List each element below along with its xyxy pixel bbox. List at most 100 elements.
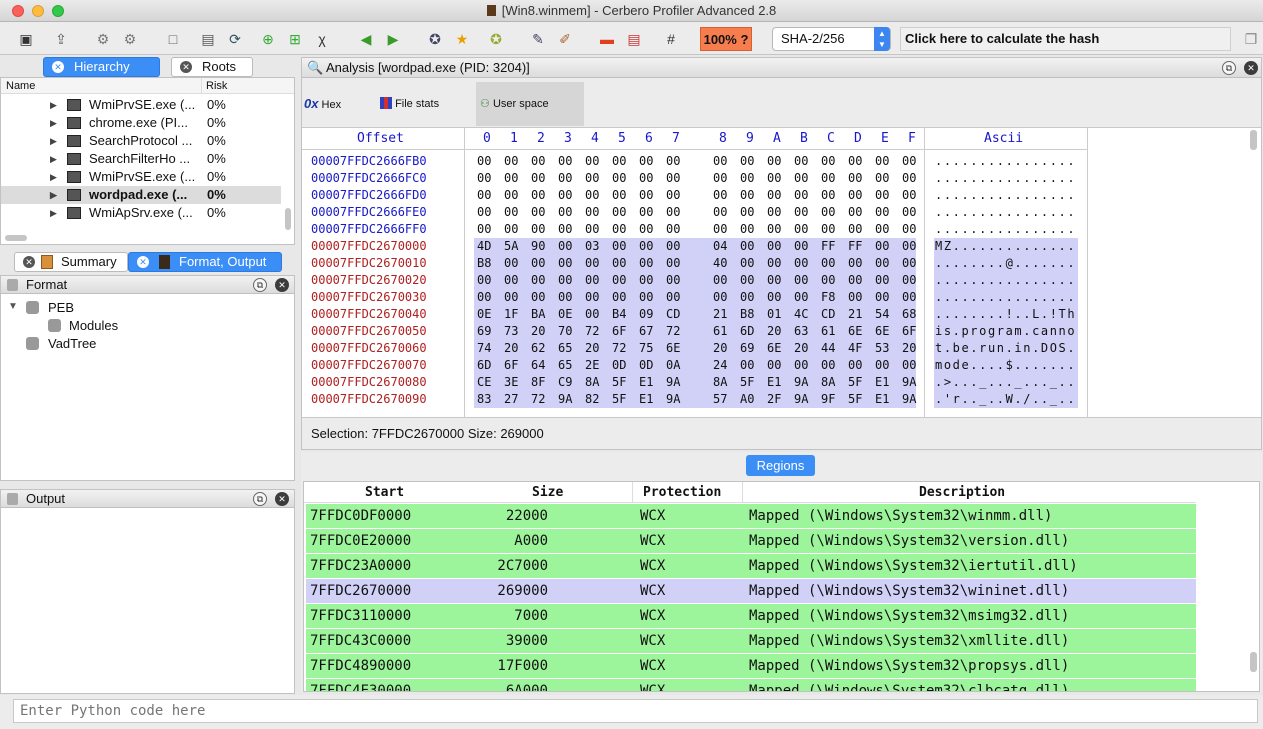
hex-byte[interactable]: 00	[639, 170, 653, 187]
close-panel-icon[interactable]: ✕	[275, 492, 289, 506]
tree-row[interactable]: ▶ chrome.exe (PI... 0%	[1, 114, 281, 132]
vertical-scrollbar[interactable]	[1250, 130, 1257, 150]
horizontal-scrollbar[interactable]	[5, 235, 27, 241]
hex-byte[interactable]: 20	[713, 340, 727, 357]
hex-byte[interactable]: B8	[477, 255, 491, 272]
hex-byte[interactable]: F8	[821, 289, 835, 306]
hex-byte[interactable]: 03	[585, 238, 599, 255]
hex-byte[interactable]: 00	[875, 221, 889, 238]
hex-byte[interactable]: 00	[666, 153, 680, 170]
hex-byte[interactable]: 00	[875, 255, 889, 272]
hex-byte[interactable]: 00	[585, 306, 599, 323]
hex-byte[interactable]: 00	[504, 221, 518, 238]
settings-alt-icon[interactable]: ⚙	[121, 30, 139, 48]
bookmark-icon[interactable]: ✪	[426, 30, 444, 48]
hex-byte[interactable]: 5F	[612, 391, 626, 408]
hex-byte[interactable]: 6D	[477, 357, 491, 374]
hash-calculate-field[interactable]: Click here to calculate the hash	[900, 27, 1231, 51]
hex-row[interactable]: 00007FFDC2670090 83 27 72 9A 82 5F E1 9A 57 A0 2F 9A…	[302, 391, 1092, 408]
tab-file-stats[interactable]: File stats	[380, 82, 470, 126]
hex-byte[interactable]: 00	[794, 255, 808, 272]
tree-row[interactable]: ▶ WmiPrvSE.exe (... 0%	[1, 168, 281, 186]
hex-byte[interactable]: 5F	[848, 374, 862, 391]
hex-byte[interactable]: 00	[821, 255, 835, 272]
hex-byte[interactable]: 00	[531, 255, 545, 272]
hex-row[interactable]: 00007FFDC2670070 6D 6F 64 65 2E 0D 0D 0A 24 00 00 00…	[302, 357, 1092, 374]
hex-byte[interactable]: 00	[504, 289, 518, 306]
hash-icon[interactable]: #	[662, 30, 680, 48]
hex-byte[interactable]: 00	[612, 170, 626, 187]
hex-byte[interactable]: 6F	[902, 323, 916, 340]
hex-byte[interactable]: 00	[504, 170, 518, 187]
hex-byte[interactable]: 00	[666, 221, 680, 238]
hex-byte[interactable]: CD	[821, 306, 835, 323]
hex-byte[interactable]: 6E	[666, 340, 680, 357]
hex-row[interactable]: 00007FFDC2666FC0 00 00 00 00 00 00 00 00 00 00 00 00…	[302, 170, 1092, 187]
hex-byte[interactable]: 00	[902, 272, 916, 289]
hex-byte[interactable]: FF	[848, 238, 862, 255]
hex-byte[interactable]: 72	[612, 340, 626, 357]
hex-byte[interactable]: 67	[639, 323, 653, 340]
hex-row[interactable]: 00007FFDC2670080 CE 3E 8F C9 8A 5F E1 9A 8A 5F E1 9A…	[302, 374, 1092, 391]
hex-byte[interactable]: 00	[902, 204, 916, 221]
hex-byte[interactable]: 00	[740, 153, 754, 170]
hex-byte[interactable]: E1	[767, 374, 781, 391]
float-panel-icon[interactable]: ⧉	[253, 278, 267, 292]
hex-byte[interactable]: 57	[713, 391, 727, 408]
column-description[interactable]: Description	[742, 482, 1005, 503]
hex-byte[interactable]: 27	[504, 391, 518, 408]
hex-byte[interactable]: 00	[902, 221, 916, 238]
hex-byte[interactable]: 00	[612, 255, 626, 272]
hex-byte[interactable]: 9A	[558, 391, 572, 408]
hex-byte[interactable]: 00	[558, 187, 572, 204]
tab-hex[interactable]: 0x Hex	[304, 82, 372, 126]
hex-byte[interactable]: 3E	[504, 374, 518, 391]
window-icon[interactable]: □	[164, 30, 182, 48]
zoom-plus-icon[interactable]: ⊞	[286, 30, 304, 48]
hex-byte[interactable]: 73	[504, 323, 518, 340]
hex-byte[interactable]: 00	[902, 357, 916, 374]
tab-hierarchy[interactable]: ✕ Hierarchy	[43, 57, 160, 77]
export-icon[interactable]: ⇪	[52, 30, 70, 48]
hex-byte[interactable]: 00	[477, 170, 491, 187]
expand-arrow-icon[interactable]: ▶	[50, 96, 57, 114]
hex-byte[interactable]: 00	[531, 187, 545, 204]
hex-ascii[interactable]: ........!..L.!Th	[935, 306, 1076, 323]
hex-byte[interactable]: 00	[902, 238, 916, 255]
hex-byte[interactable]: 00	[558, 238, 572, 255]
hex-byte[interactable]: 00	[504, 153, 518, 170]
hex-byte[interactable]: BA	[531, 306, 545, 323]
tree-item-modules[interactable]: Modules	[69, 318, 118, 333]
hex-byte[interactable]: 00	[585, 170, 599, 187]
hex-byte[interactable]: 00	[713, 153, 727, 170]
hex-byte[interactable]: 20	[794, 340, 808, 357]
hex-byte[interactable]: 9F	[821, 391, 835, 408]
hex-byte[interactable]: 00	[794, 221, 808, 238]
hex-byte[interactable]: 00	[639, 187, 653, 204]
hex-byte[interactable]: 90	[531, 238, 545, 255]
hex-ascii[interactable]: ................	[935, 204, 1076, 221]
hex-byte[interactable]: 00	[558, 289, 572, 306]
hex-byte[interactable]: 00	[531, 221, 545, 238]
hex-byte[interactable]: 00	[558, 204, 572, 221]
hex-byte[interactable]: 00	[531, 272, 545, 289]
tab-summary[interactable]: ✕ Summary	[14, 252, 128, 272]
hex-byte[interactable]: 61	[713, 323, 727, 340]
hex-ascii[interactable]: ................	[935, 289, 1076, 306]
hex-byte[interactable]: 6F	[504, 357, 518, 374]
hex-byte[interactable]: 20	[767, 323, 781, 340]
hex-byte[interactable]: 00	[585, 153, 599, 170]
hex-byte[interactable]: 00	[585, 221, 599, 238]
hex-byte[interactable]: 20	[585, 340, 599, 357]
regions-tab[interactable]: Regions	[746, 455, 815, 476]
hex-byte[interactable]: 00	[666, 238, 680, 255]
hex-byte[interactable]: 00	[558, 153, 572, 170]
hex-byte[interactable]: 00	[713, 289, 727, 306]
hex-byte[interactable]: 8A	[821, 374, 835, 391]
hex-byte[interactable]: 00	[477, 221, 491, 238]
hex-byte[interactable]: 00	[767, 204, 781, 221]
hex-byte[interactable]: 0A	[666, 357, 680, 374]
vertical-scrollbar[interactable]	[285, 208, 291, 230]
hex-byte[interactable]: 72	[585, 323, 599, 340]
tab-format-output[interactable]: ✕ Format, Output	[128, 252, 282, 272]
